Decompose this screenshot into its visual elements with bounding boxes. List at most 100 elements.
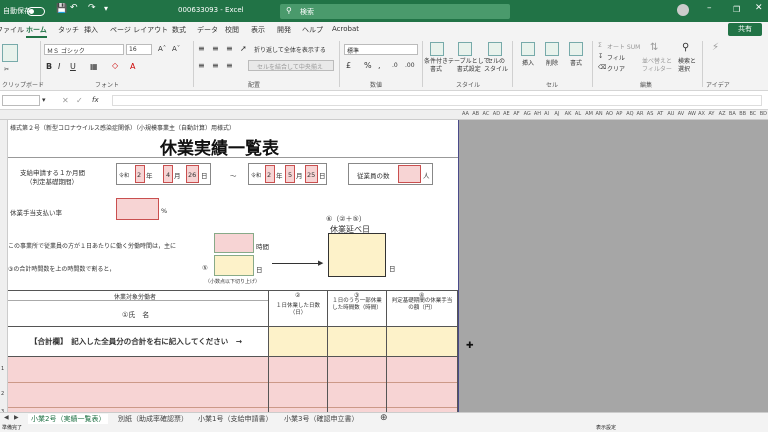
- bold-button[interactable]: B: [46, 62, 52, 71]
- insert-cells-button[interactable]: 挿入: [522, 58, 534, 67]
- sort-filter-button[interactable]: 並べ替えと フィルター: [642, 58, 672, 74]
- sheet-tab[interactable]: 別紙（助成率確認票）: [118, 414, 188, 424]
- orientation-icon[interactable]: ➚: [240, 44, 247, 53]
- align-top-icon[interactable]: ≡: [198, 44, 205, 53]
- end-year-field[interactable]: 2: [265, 165, 275, 183]
- align-right-icon[interactable]: ≡: [226, 61, 233, 70]
- column-header[interactable]: AO: [606, 111, 613, 117]
- column-header[interactable]: AP: [616, 111, 622, 117]
- align-left-icon[interactable]: ≡: [198, 61, 205, 70]
- redo-icon[interactable]: ↷: [88, 3, 96, 13]
- column-header[interactable]: AQ: [626, 111, 633, 117]
- tab-review[interactable]: 校閲: [225, 25, 239, 35]
- wrap-text-button[interactable]: 折り返して全体を表示する: [254, 45, 326, 54]
- font-size-select[interactable]: 16: [126, 44, 152, 55]
- column-header[interactable]: AZ: [719, 111, 726, 117]
- ideas-icon[interactable]: ⚡: [712, 42, 719, 53]
- column-header[interactable]: AF: [513, 111, 519, 117]
- find-select-button[interactable]: 検索と 選択: [678, 58, 696, 74]
- format-cells-icon[interactable]: [569, 42, 583, 56]
- employees-field[interactable]: [398, 165, 421, 183]
- number-format-select[interactable]: 標準: [344, 44, 418, 55]
- column-header[interactable]: AY: [708, 111, 714, 117]
- start-day-field[interactable]: 26: [186, 165, 199, 183]
- fill-button[interactable]: フィル: [607, 53, 625, 62]
- total-days-cell[interactable]: [269, 327, 327, 356]
- conditional-format-icon[interactable]: [430, 42, 444, 56]
- name-box-dropdown-icon[interactable]: ▾: [42, 96, 46, 104]
- tab-view[interactable]: 表示: [251, 25, 265, 35]
- currency-icon[interactable]: £: [346, 61, 351, 70]
- column-header[interactable]: AA: [462, 111, 469, 117]
- column-header[interactable]: AB: [472, 111, 479, 117]
- end-month-field[interactable]: 5: [285, 165, 295, 183]
- fill-color-icon[interactable]: ◇: [112, 61, 118, 70]
- end-day-field[interactable]: 25: [305, 165, 318, 183]
- search-box[interactable]: ⚲ 検索: [280, 4, 510, 19]
- tab-insert[interactable]: 挿入: [84, 25, 98, 35]
- tab-page-layout[interactable]: ページ レイアウト: [110, 25, 168, 35]
- total-days-field[interactable]: [328, 233, 386, 277]
- start-year-field[interactable]: 2: [135, 165, 145, 183]
- days-field[interactable]: [214, 255, 254, 276]
- quick-access-dropdown-icon[interactable]: ▾: [104, 4, 108, 13]
- name-box[interactable]: [2, 95, 40, 106]
- tab-formulas[interactable]: 数式: [172, 25, 186, 35]
- close-icon[interactable]: ✕: [755, 3, 763, 13]
- delete-cells-button[interactable]: 削除: [546, 58, 558, 67]
- undo-icon[interactable]: ↶: [70, 3, 78, 13]
- avatar[interactable]: [677, 4, 689, 16]
- sheet-tab[interactable]: 小業3号（確認申立書）: [284, 414, 358, 424]
- format-cells-button[interactable]: 書式: [570, 58, 582, 67]
- column-header[interactable]: AV: [678, 111, 685, 117]
- align-bottom-icon[interactable]: ≡: [226, 44, 233, 53]
- total-amount-cell[interactable]: [387, 327, 457, 356]
- underline-button[interactable]: U: [70, 62, 76, 71]
- sort-filter-icon[interactable]: ⇅: [650, 42, 658, 53]
- column-header[interactable]: AH: [534, 111, 541, 117]
- cut-icon[interactable]: ✂: [4, 66, 9, 73]
- italic-button[interactable]: I: [58, 62, 60, 71]
- data-rows-area[interactable]: [8, 357, 457, 412]
- conditional-format-button[interactable]: 条件付き 書式: [424, 58, 448, 74]
- rate-field[interactable]: [116, 198, 159, 220]
- column-header[interactable]: AK: [565, 111, 572, 117]
- font-shrink-icon[interactable]: Aˇ: [172, 45, 180, 53]
- comma-icon[interactable]: ,: [378, 61, 381, 70]
- paste-icon[interactable]: [2, 44, 18, 62]
- column-header[interactable]: AR: [637, 111, 644, 117]
- formula-input[interactable]: [112, 95, 762, 106]
- cell-styles-button[interactable]: セルの スタイル: [484, 58, 508, 74]
- cell-styles-icon[interactable]: [488, 42, 502, 56]
- column-header[interactable]: AW: [688, 111, 696, 117]
- tab-developer[interactable]: 開発: [277, 25, 291, 35]
- tab-file[interactable]: ファイル: [0, 25, 24, 35]
- worksheet[interactable]: 様式第２号（新型コロナウイルス感染症関係）（小規模事業主（自動計算）用様式） 休…: [0, 120, 458, 412]
- column-header[interactable]: AU: [667, 111, 674, 117]
- scroll-tabs-left-icon[interactable]: ◀: [4, 414, 9, 421]
- column-header[interactable]: BC: [749, 111, 756, 117]
- column-header[interactable]: BD: [760, 111, 767, 117]
- save-icon[interactable]: 💾: [56, 4, 67, 14]
- column-header[interactable]: AX: [698, 111, 705, 117]
- column-header[interactable]: AT: [657, 111, 663, 117]
- insert-cells-icon[interactable]: [521, 42, 535, 56]
- tab-help[interactable]: ヘルプ: [302, 25, 323, 35]
- find-icon[interactable]: ⚲: [682, 42, 689, 53]
- font-color-icon[interactable]: A: [130, 62, 135, 71]
- increase-decimal-icon[interactable]: .0: [392, 62, 398, 69]
- column-header[interactable]: AS: [647, 111, 654, 117]
- restore-icon[interactable]: ❐: [733, 5, 740, 14]
- tab-home[interactable]: ホーム: [26, 25, 47, 38]
- sheet-tab[interactable]: 小業1号（支給申請書）: [198, 414, 272, 424]
- column-header[interactable]: AG: [524, 111, 531, 117]
- start-month-field[interactable]: 4: [163, 165, 173, 183]
- cancel-icon[interactable]: ✕: [62, 96, 69, 105]
- minimize-icon[interactable]: –: [707, 3, 712, 13]
- border-icon[interactable]: ▦: [90, 62, 98, 71]
- add-sheet-icon[interactable]: ⊕: [380, 413, 388, 423]
- align-center-icon[interactable]: ≡: [212, 61, 219, 70]
- outside-print-area[interactable]: ✚: [458, 120, 768, 412]
- column-header[interactable]: BB: [739, 111, 746, 117]
- tab-touch[interactable]: タッチ: [58, 25, 79, 35]
